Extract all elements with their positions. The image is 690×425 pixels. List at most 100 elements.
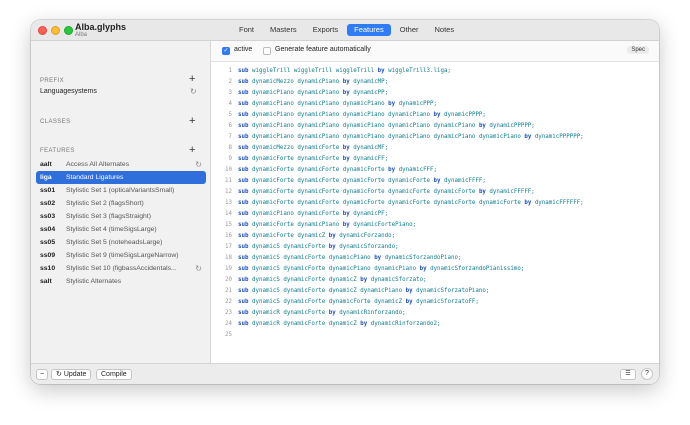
titlebar: Alba.glyphs Alba Font Masters Exports Featu…	[31, 20, 659, 41]
prefix-section-heading: PREFIX	[40, 78, 65, 84]
feature-item-salt[interactable]: salt Stylistic Alternates	[36, 275, 206, 288]
line-number: 10	[225, 167, 232, 173]
code-text: sub dynamicForte dynamicForte dynamicFor…	[238, 167, 438, 173]
code-text: sub dynamicPiano dynamicPiano dynamicPia…	[238, 101, 438, 107]
list-icon[interactable]: ☰	[620, 369, 636, 380]
feature-item-aalt[interactable]: aalt Access All Alternates ↻	[36, 158, 206, 171]
line-number: 2	[228, 79, 233, 85]
line-number: 7	[228, 134, 233, 140]
tab-font[interactable]: Font	[232, 24, 261, 36]
feature-name: Access All Alternates	[66, 161, 130, 168]
tab-bar: Font Masters Exports Features Other Notes	[232, 24, 461, 37]
code-line: 3 sub dynamicPiano dynamicPiano by dynami…	[211, 88, 659, 99]
line-number: 9	[228, 156, 233, 162]
line-number: 25	[225, 332, 232, 338]
compile-button[interactable]: Compile	[96, 369, 132, 380]
code-line: 15 sub dynamicForte dynamicPiano by dynam…	[211, 220, 659, 231]
code-line: 5 sub dynamicPiano dynamicPiano dynamicPi…	[211, 110, 659, 121]
code-line: 12 sub dynamicForte dynamicForte dynamicF…	[211, 187, 659, 198]
feature-item-ss03[interactable]: ss03 Stylistic Set 3 (flagsStraight)	[36, 210, 206, 223]
feature-item-ss02[interactable]: ss02 Stylistic Set 2 (flagsShort)	[36, 197, 206, 210]
code-text: sub dynamicS dynamicForte dynamicZ dynam…	[238, 288, 490, 294]
bottom-toolbar: − ↻ Update Compile ☰ ?	[31, 363, 659, 384]
tab-exports[interactable]: Exports	[306, 24, 345, 36]
refresh-icon[interactable]: ↻	[195, 158, 202, 171]
add-feature-icon[interactable]: +	[189, 145, 195, 156]
refresh-icon[interactable]: ↻	[195, 262, 202, 275]
feature-name: Stylistic Set 9 (timeSigsLargeNarrow)	[66, 252, 179, 259]
feature-name: Stylistic Set 2 (flagsShort)	[66, 200, 144, 207]
feature-item-ss05[interactable]: ss05 Stylistic Set 5 (noteheadsLarge)	[36, 236, 206, 249]
sidebar: PREFIX + Languagesystems ↻ CLASSES + FEA…	[31, 41, 211, 363]
feature-item-ss04[interactable]: ss04 Stylistic Set 4 (timeSigsLarge)	[36, 223, 206, 236]
window-title: Alba.glyphs	[75, 22, 127, 32]
code-text: sub dynamicPiano dynamicForte by dynamic…	[238, 211, 389, 217]
line-number: 22	[225, 299, 232, 305]
code-text: sub dynamicForte dynamicForte dynamicFor…	[238, 200, 584, 206]
feature-item-ss01[interactable]: ss01 Stylistic Set 1 (opticalVariantsSmal…	[36, 184, 206, 197]
feature-tag: ss10	[40, 265, 56, 272]
code-text: sub dynamicMezzo dynamicPiano by dynamic…	[238, 79, 389, 85]
remove-feature-button[interactable]: −	[36, 369, 48, 380]
code-text: sub dynamicS dynamicForte dynamicPiano d…	[238, 266, 525, 272]
close-window-button[interactable]	[38, 26, 47, 35]
code-line: 2 sub dynamicMezzo dynamicPiano by dynami…	[211, 77, 659, 88]
feature-options-bar: ✓ active Generate feature automatically …	[211, 41, 659, 62]
update-button[interactable]: ↻ Update	[51, 369, 92, 380]
line-number: 17	[225, 244, 232, 250]
generate-automatically-checkbox[interactable]	[263, 47, 271, 55]
code-text: sub dynamicPiano dynamicPiano by dynamic…	[238, 90, 389, 96]
code-line: 6 sub dynamicPiano dynamicPiano dynamicPi…	[211, 121, 659, 132]
code-text: sub dynamicForte dynamicForte by dynamic…	[238, 156, 389, 162]
code-text: sub dynamicS dynamicForte dynamicPiano b…	[238, 255, 462, 261]
line-number: 21	[225, 288, 232, 294]
tab-features[interactable]: Features	[347, 24, 391, 36]
line-number: 14	[225, 211, 232, 217]
code-text: sub dynamicS dynamicForte dynamicForte d…	[238, 299, 479, 305]
code-text: sub dynamicPiano dynamicPiano dynamicPia…	[238, 112, 486, 118]
line-number: 3	[228, 90, 233, 96]
add-class-icon[interactable]: +	[189, 116, 195, 127]
code-line: 23 sub dynamicR dynamicForte by dynamicRi…	[211, 308, 659, 319]
line-number: 8	[228, 145, 233, 151]
app-window: Alba.glyphs Alba Font Masters Exports Featu…	[31, 20, 659, 384]
generate-automatically-label: Generate feature automatically	[275, 46, 371, 53]
refresh-icon[interactable]: ↻	[190, 88, 197, 96]
feature-item-ss10[interactable]: ss10 Stylistic Set 10 (figbassAccidentals…	[36, 262, 206, 275]
active-checkbox[interactable]: ✓	[222, 47, 230, 55]
line-number: 5	[228, 112, 233, 118]
feature-item-ss09[interactable]: ss09 Stylistic Set 9 (timeSigsLargeNarrow…	[36, 249, 206, 262]
feature-tag: ss03	[40, 213, 56, 220]
prefix-item-languagesystems[interactable]: Languagesystems	[40, 88, 97, 95]
feature-name: Standard Ligatures	[66, 174, 124, 181]
active-label: active	[234, 46, 253, 53]
feature-tag: salt	[40, 278, 52, 285]
line-number: 1	[228, 68, 233, 74]
refresh-icon: ↻	[56, 371, 64, 378]
update-button-label: Update	[63, 371, 87, 378]
code-line: 1 sub wiggleTrill wiggleTrill wiggleTrill…	[211, 66, 659, 77]
tab-other[interactable]: Other	[393, 24, 426, 36]
code-line: 14 sub dynamicPiano dynamicForte by dynam…	[211, 209, 659, 220]
code-text: sub dynamicR dynamicForte by dynamicRinf…	[238, 310, 406, 316]
code-line: 13 sub dynamicForte dynamicForte dynamicF…	[211, 198, 659, 209]
spec-button[interactable]: Spec	[627, 46, 649, 54]
minimize-window-button[interactable]	[51, 26, 60, 35]
code-line: 16 sub dynamicForte dynamicZ by dynamicFo…	[211, 231, 659, 242]
feature-tag: liga	[40, 174, 52, 181]
code-line: 17 sub dynamicS dynamicForte by dynamicSf…	[211, 242, 659, 253]
feature-code-editor[interactable]: 1 sub wiggleTrill wiggleTrill wiggleTrill…	[211, 62, 659, 363]
line-number: 4	[228, 101, 233, 107]
code-line: 10 sub dynamicForte dynamicForte dynamicF…	[211, 165, 659, 176]
line-number: 16	[225, 233, 232, 239]
tab-notes[interactable]: Notes	[428, 24, 462, 36]
help-button[interactable]: ?	[641, 368, 653, 380]
tab-masters[interactable]: Masters	[263, 24, 304, 36]
features-section-heading: FEATURES	[40, 148, 75, 154]
feature-item-liga[interactable]: liga Standard Ligatures	[36, 171, 206, 184]
zoom-window-button[interactable]	[64, 26, 73, 35]
feature-tag: ss04	[40, 226, 56, 233]
add-prefix-icon[interactable]: +	[189, 74, 195, 85]
code-line: 20 sub dynamicS dynamicForte dynamicZ by …	[211, 275, 659, 286]
feature-tag: aalt	[40, 161, 52, 168]
